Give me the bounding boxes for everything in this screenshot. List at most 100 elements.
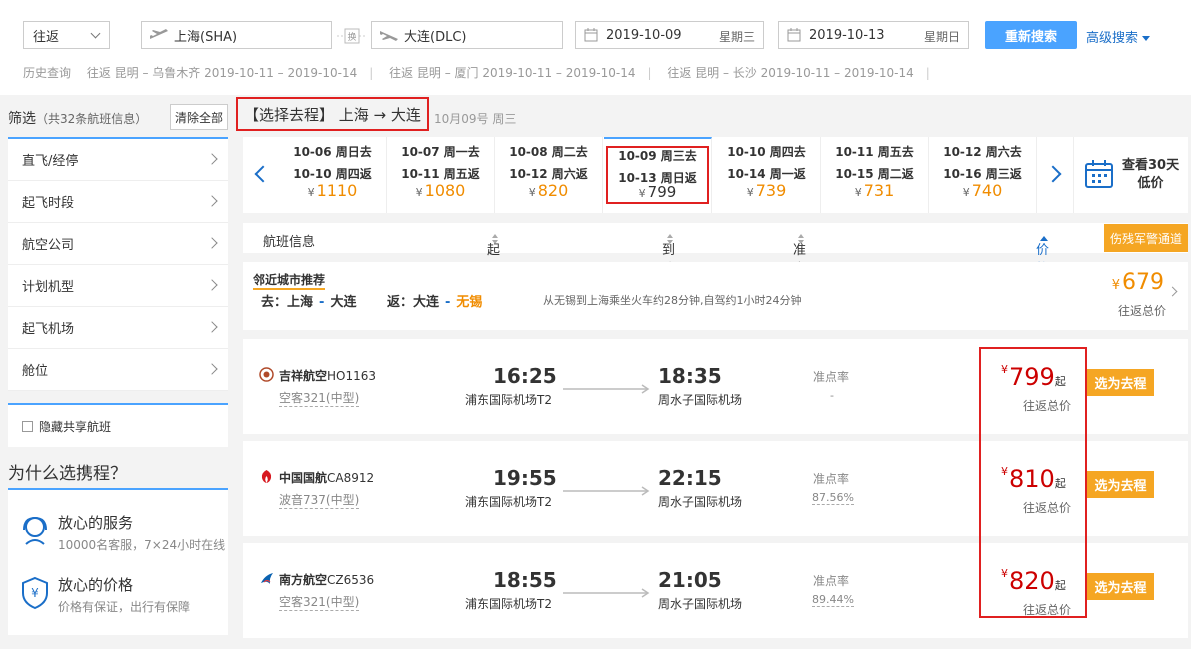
depart-airport: 浦东国际机场T2: [465, 393, 552, 407]
hide-shared-flights-toggle[interactable]: 隐藏共享航班: [8, 403, 228, 447]
date-cell[interactable]: 10-07 周一去 10-11 周五返 ¥1080: [387, 137, 495, 213]
flight-code: CA8912: [327, 471, 375, 485]
aircraft-type[interactable]: 空客321(中型): [279, 593, 360, 611]
date-cell[interactable]: 10-12 周六去 10-16 周三返 ¥740: [929, 137, 1037, 213]
filter-item-label: 起飞时段: [22, 196, 75, 211]
col-depart-time[interactable]: 起飞时间: [487, 231, 500, 315]
depart-date-input[interactable]: 2019-10-09 星期三: [575, 21, 764, 49]
to-city-input[interactable]: 大连(DLC): [371, 21, 563, 49]
view-30-line1: 查看30天: [1122, 158, 1180, 173]
chevron-right-icon: [206, 195, 218, 207]
date-cell[interactable]: 10-08 周二去 10-12 周六返 ¥820: [495, 137, 603, 213]
why-item-desc: 价格有保证，出行有保障: [58, 600, 191, 614]
from-city-input[interactable]: 上海(SHA): [141, 21, 332, 49]
date-cell-back: 10-12 周六返: [509, 167, 588, 181]
filter-count: （共32条航班信息）: [36, 112, 148, 126]
depart-airport: 浦东国际机场T2: [465, 597, 552, 611]
currency-symbol: ¥: [746, 186, 754, 199]
why-item-title: 放心的服务: [58, 514, 134, 532]
aircraft-type[interactable]: 空客321(中型): [279, 389, 360, 407]
date-cell-back: 10-16 周三返: [943, 167, 1022, 181]
date-cell-price: ¥820: [495, 181, 602, 200]
trip-type-value: 往返: [33, 29, 60, 45]
on-time-value: 87.56%: [812, 491, 854, 505]
date-cell[interactable]: 10-10 周四去 10-14 周一返 ¥739: [713, 137, 821, 213]
filter-item-label: 起飞机场: [22, 322, 75, 337]
return-date-value: 2019-10-13: [809, 27, 885, 43]
date-cell[interactable]: 10-06 周日去 10-10 周四返 ¥1110: [279, 137, 387, 213]
swap-cities-icon[interactable]: 换: [337, 27, 367, 45]
filter-item-cabin[interactable]: 舱位: [8, 349, 228, 391]
military-channel-button[interactable]: 伤残军警通道: [1104, 224, 1188, 252]
nearby-go-label: 去：: [261, 295, 288, 310]
checkbox[interactable]: [22, 420, 33, 432]
filter-item-depart-time[interactable]: 起飞时段: [8, 181, 228, 223]
return-date-input[interactable]: 2019-10-13 星期日: [778, 21, 969, 49]
on-time-label: 准点率: [813, 472, 850, 486]
depart-date-value: 2019-10-09: [606, 27, 682, 43]
date-cell-go: 10-07 周一去: [401, 145, 480, 159]
return-weekday: 星期日: [923, 30, 960, 44]
filter-item-label: 直飞/经停: [22, 154, 79, 169]
history-item[interactable]: 往返 昆明 – 长沙 2019-10-11 – 2019-10-14: [667, 66, 913, 80]
currency-symbol: ¥: [638, 187, 646, 200]
trip-type-select[interactable]: 往返: [23, 21, 110, 49]
date-cell-go: 10-12 周六去: [943, 145, 1022, 159]
depart-time: 16:25: [493, 364, 557, 388]
from-city-value: 上海(SHA): [174, 29, 238, 45]
date-cell[interactable]: 10-11 周五去 10-15 周二返 ¥731: [821, 137, 929, 213]
chevron-right-icon: [206, 237, 218, 249]
date-cell-go: 10-08 周二去: [509, 145, 588, 159]
col-arrive-time[interactable]: 到达时间: [662, 231, 675, 315]
route-title: 【选择去程】 上海 → 大连: [236, 97, 429, 131]
nearby-label: 邻近城市推荐: [253, 271, 326, 290]
chevron-right-icon: [206, 279, 218, 291]
select-outbound-button[interactable]: 选为去程: [1087, 471, 1154, 498]
nearby-price: ¥679: [1112, 270, 1164, 295]
filter-item-aircraft[interactable]: 计划机型: [8, 265, 228, 307]
search-history: 历史查询 往返 昆明 – 乌鲁木齐 2019-10-11 – 2019-10-1…: [23, 64, 942, 81]
filter-item-depart-airport[interactable]: 起飞机场: [8, 307, 228, 349]
col-price[interactable]: 价格: [1036, 231, 1049, 277]
nearby-go-to: 大连: [330, 295, 357, 310]
arrive-airport: 周水子国际机场: [658, 495, 743, 509]
history-item[interactable]: 往返 昆明 – 厦门 2019-10-11 – 2019-10-14: [389, 66, 635, 80]
price-value: 820: [537, 181, 569, 200]
search-again-button[interactable]: 重新搜索: [985, 21, 1077, 49]
divider: |: [925, 66, 930, 80]
arrive-time: 18:35: [658, 364, 722, 388]
col-on-time[interactable]: 准点率: [793, 231, 806, 296]
select-outbound-button[interactable]: 选为去程: [1087, 369, 1154, 396]
caret-down-icon: [1142, 36, 1151, 41]
chevron-right-icon: [206, 153, 218, 165]
on-time-label: 准点率: [813, 574, 850, 588]
clear-all-button[interactable]: 清除全部: [170, 104, 228, 130]
air-china-logo-icon: [261, 470, 272, 483]
next-dates-button[interactable]: [1037, 137, 1073, 213]
date-cell-go: 10-10 周四去: [727, 145, 806, 159]
filter-item-stops[interactable]: 直飞/经停: [8, 139, 228, 181]
history-item[interactable]: 往返 昆明 – 乌鲁木齐 2019-10-11 – 2019-10-14: [87, 66, 357, 80]
chevron-right-icon: [1167, 286, 1178, 297]
prev-dates-button[interactable]: [243, 137, 279, 213]
view-30-days-button[interactable]: 查看30天 低价: [1073, 137, 1188, 213]
calendar-icon: [787, 28, 801, 42]
date-cell-back: 10-10 周四返: [293, 167, 372, 181]
filter-item-airline[interactable]: 航空公司: [8, 223, 228, 265]
hide-shared-label: 隐藏共享航班: [39, 419, 112, 434]
select-outbound-button[interactable]: 选为去程: [1087, 573, 1154, 600]
advanced-search-label: 高级搜索: [1086, 31, 1139, 46]
depart-airport: 浦东国际机场T2: [465, 495, 552, 509]
nearby-back-label: 返：: [386, 295, 413, 310]
date-cell-back: 10-15 周二返: [835, 167, 914, 181]
sort-icon: [667, 233, 673, 244]
landing-icon: [380, 31, 398, 41]
nearby-city-recommendation[interactable]: 邻近城市推荐 去：上海 - 大连 返：大连 - 无锡 从无锡到上海乘坐火车约28分钟,自…: [243, 262, 1188, 330]
chevron-right-icon: [206, 363, 218, 375]
flight-code: CZ6536: [327, 573, 375, 587]
advanced-search-link[interactable]: 高级搜索: [1086, 27, 1151, 46]
arrive-time: 21:05: [658, 568, 722, 592]
date-cell-selected[interactable]: 10-09 周三去 10-13 周日返 ¥799: [604, 137, 712, 213]
aircraft-type[interactable]: 波音737(中型): [279, 491, 360, 509]
price-value: 1110: [316, 181, 358, 200]
